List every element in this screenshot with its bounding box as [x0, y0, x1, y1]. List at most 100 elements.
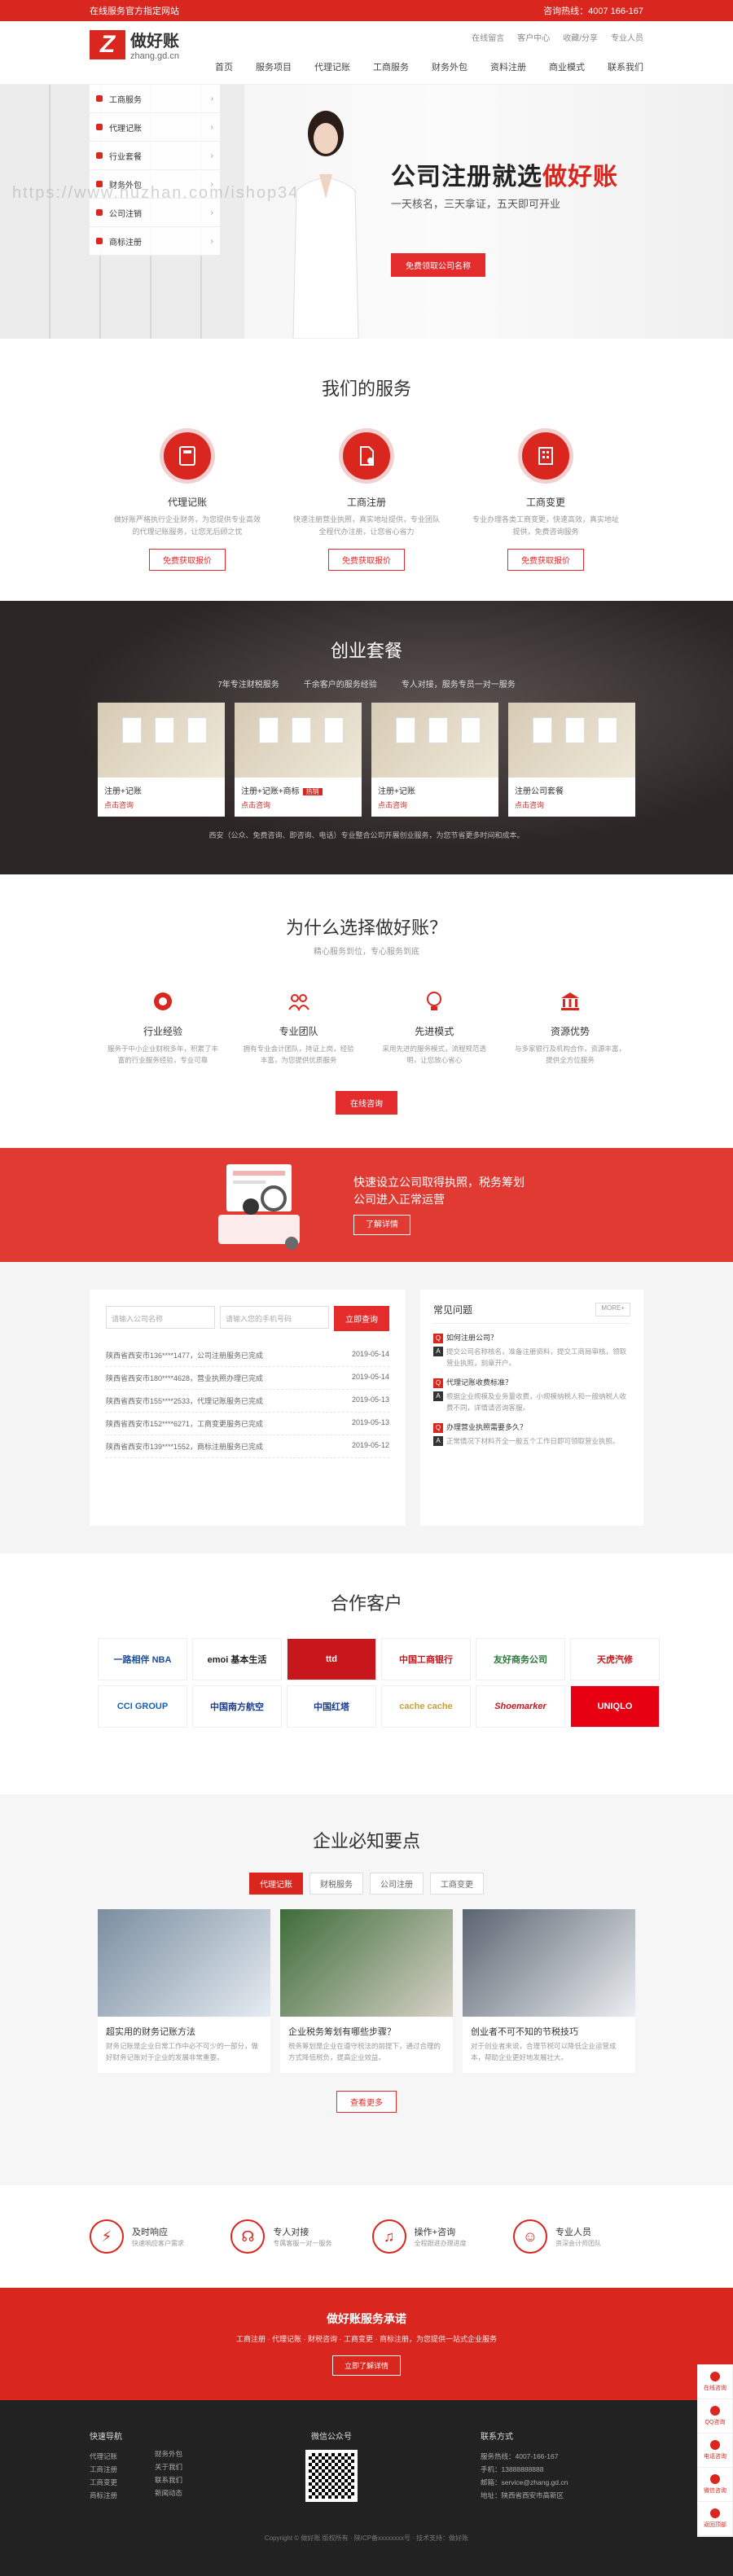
- client-logo: cache cache: [381, 1685, 471, 1728]
- footer-link[interactable]: 商标注册: [90, 2489, 122, 2502]
- tab-tax[interactable]: 财税服务: [309, 1873, 363, 1895]
- header-link[interactable]: 在线留言: [472, 31, 504, 43]
- faq-question[interactable]: Q 如何注册公司？: [433, 1332, 630, 1343]
- side-online-consult[interactable]: 在线咨询: [698, 2365, 732, 2399]
- service-quote-button[interactable]: 免费获取报价: [328, 548, 405, 571]
- package-price[interactable]: 点击咨询: [235, 796, 362, 817]
- footer-link[interactable]: 工商注册: [90, 2463, 122, 2476]
- nav-item[interactable]: 工商服务: [373, 60, 409, 73]
- category-item[interactable]: 工商服务 ›: [90, 85, 220, 113]
- service-quote-button[interactable]: 免费获取报价: [149, 548, 226, 571]
- nav-item[interactable]: 代理记账: [314, 60, 350, 73]
- header-link[interactable]: 客户中心: [517, 31, 550, 43]
- category-icon: [96, 152, 103, 159]
- package-card[interactable]: 注册+记账+商标 热销 点击咨询: [235, 703, 362, 817]
- tab-change[interactable]: 工商变更: [430, 1873, 484, 1895]
- package-title: 注册+记账+商标: [241, 787, 300, 796]
- footer-heading: 联系方式: [480, 2433, 513, 2442]
- building-icon: [518, 428, 573, 484]
- faq-answer: A 根据企业规模及业务量收费，小规模纳税人和一般纳税人收费不同，详情请咨询客服。: [433, 1391, 630, 1413]
- phone-input[interactable]: 请输入您的手机号码: [220, 1306, 329, 1329]
- service-promise: 做好账服务承诺 工商注册 · 代理记账 · 财税咨询 · 工商变更 · 商标注册…: [0, 2288, 733, 2400]
- faq-question[interactable]: Q 办理营业执照需要多久？: [433, 1422, 630, 1434]
- article-title[interactable]: 超实用的财务记账方法: [98, 2017, 270, 2041]
- category-item[interactable]: 公司注销 ›: [90, 199, 220, 227]
- faq-more-link[interactable]: MORE+: [595, 1303, 630, 1316]
- package-price[interactable]: 点击咨询: [98, 796, 225, 817]
- service-card: 工商注册 快速注册营业执照，真实地址提供，专业团队全程代办注册，让您省心省力 免…: [293, 428, 440, 571]
- promo-line2: 公司进入正常运营: [353, 1193, 445, 1206]
- hero-copy: 公司注册就选做好账 一天核名，三天拿证，五天即可开业 免费领取公司名称: [391, 156, 618, 277]
- article-card[interactable]: 超实用的财务记账方法 财务记账是企业日常工作中必不可少的一部分，做好财务记账对于…: [98, 1909, 270, 2074]
- nav-item[interactable]: 商业模式: [549, 60, 585, 73]
- footer-nav: 快速导航 代理记账 工商注册 工商变更 商标注册 财务外包 关于我们 联系我们 …: [90, 2429, 182, 2503]
- article-title[interactable]: 企业税务筹划有哪些步骤？: [280, 2017, 453, 2041]
- nav-item[interactable]: 服务项目: [256, 60, 292, 73]
- list-item: 陕西省西安市136****1477，公司注册服务已完成 2019-05-14: [106, 1344, 389, 1367]
- topbar-hotline[interactable]: 咨询热线：4007 166-167: [543, 4, 643, 17]
- side-phone-consult[interactable]: 电话咨询: [698, 2434, 732, 2468]
- service-title: 代理记账: [167, 497, 207, 508]
- why-item: 先进模式 采用先进的服务模式，流程规范透明，让您放心省心: [377, 989, 491, 1067]
- nav-item[interactable]: 资料注册: [490, 60, 526, 73]
- article-card[interactable]: 创业者不可不知的节税技巧 对于创业者来说，合理节税可以降低企业运营成本，帮助企业…: [463, 1909, 635, 2074]
- nav-item[interactable]: 联系我们: [608, 60, 643, 73]
- side-back-to-top[interactable]: 返回顶部: [698, 2502, 732, 2536]
- package-card[interactable]: 注册+记账 点击咨询: [98, 703, 225, 817]
- watermark: https://www.huzhan.com/ishop3489: [12, 184, 321, 202]
- promo-banner: 快速设立公司取得执照，税务筹划 公司进入正常运营 了解详情: [0, 1148, 733, 1262]
- package-price[interactable]: 点击咨询: [508, 796, 635, 817]
- side-wechat-consult[interactable]: 微信咨询: [698, 2468, 732, 2502]
- chevron-right-icon: ›: [210, 236, 213, 246]
- promise-title: 做好账服务承诺: [327, 2312, 406, 2325]
- feature-item: ⚡ 及时响应 快速响应客户需求: [90, 2219, 220, 2254]
- consult-button[interactable]: 在线咨询: [336, 1090, 397, 1115]
- nav-item[interactable]: 首页: [215, 60, 233, 73]
- package-card[interactable]: 注册公司套餐 点击咨询: [508, 703, 635, 817]
- service-quote-button[interactable]: 免费获取报价: [507, 548, 584, 571]
- header-link[interactable]: 专业人员: [611, 31, 643, 43]
- section-subtitle: 精心服务到位，专心服务到底: [314, 948, 419, 957]
- qr-code-image: [305, 2450, 358, 2502]
- faq-question[interactable]: Q 代理记账收费标准？: [433, 1377, 630, 1389]
- article-title[interactable]: 创业者不可不知的节税技巧: [463, 2017, 635, 2041]
- bell-icon: ♫: [371, 2219, 406, 2254]
- promo-button[interactable]: 了解详情: [353, 1215, 410, 1235]
- packages-section: 创业套餐 7年专注财税服务 千余客户的服务经验 专人对接，服务专员一对一服务 注…: [0, 601, 733, 874]
- footer-link[interactable]: 财务外包: [155, 2447, 182, 2460]
- hero-cta-button[interactable]: 免费领取公司名称: [391, 253, 485, 277]
- view-more-button[interactable]: 查看更多: [336, 2091, 397, 2114]
- office-illustration: [218, 1164, 300, 1250]
- package-price[interactable]: 点击咨询: [371, 796, 498, 817]
- category-item[interactable]: 商标注册 ›: [90, 227, 220, 256]
- company-name-input[interactable]: 请输入公司名称: [106, 1306, 215, 1329]
- header-link[interactable]: 收藏/分享: [563, 31, 598, 43]
- package-tag: 7年专注财税服务: [217, 681, 279, 690]
- certificate-image: [98, 703, 225, 778]
- site-logo[interactable]: Z 做好账 zhang.gd.cn: [90, 28, 179, 61]
- category-item[interactable]: 代理记账 ›: [90, 113, 220, 142]
- package-card[interactable]: 注册+记账 点击咨询: [371, 703, 498, 817]
- client-logo: UNIQLO: [570, 1685, 660, 1728]
- progress-query-box: 请输入公司名称 请输入您的手机号码 立即查询 陕西省西安市136****1477…: [90, 1290, 406, 1526]
- nav-item[interactable]: 财务外包: [432, 60, 467, 73]
- category-item[interactable]: 行业套餐 ›: [90, 142, 220, 170]
- why-title: 先进模式: [415, 1026, 454, 1037]
- footer-link[interactable]: 联系我们: [155, 2473, 182, 2486]
- tab-bookkeeping[interactable]: 代理记账: [249, 1873, 303, 1895]
- tab-registration[interactable]: 公司注册: [370, 1873, 424, 1895]
- chevron-right-icon: ›: [210, 122, 213, 132]
- footer-link[interactable]: 代理记账: [90, 2450, 122, 2463]
- top-bar: 在线服务官方指定网站 咨询热线：4007 166-167: [0, 0, 733, 21]
- footer-heading: 微信公众号: [311, 2433, 352, 2442]
- footer-link[interactable]: 工商变更: [90, 2476, 122, 2489]
- footer-link[interactable]: 关于我们: [155, 2460, 182, 2473]
- query-button[interactable]: 立即查询: [334, 1306, 389, 1331]
- article-card[interactable]: 企业税务筹划有哪些步骤？ 税务筹划是企业在遵守税法的前提下，通过合理的方式降低税…: [280, 1909, 453, 2074]
- package-title: 注册+记账: [104, 787, 142, 796]
- footer-link[interactable]: 新闻动态: [155, 2486, 182, 2499]
- site-header: Z 做好账 zhang.gd.cn 在线留言 客户中心 收藏/分享 专业人员 首…: [0, 21, 733, 85]
- side-qq-consult[interactable]: QQ咨询: [698, 2399, 732, 2434]
- category-icon: [96, 238, 103, 244]
- promise-button[interactable]: 立即了解详情: [331, 2355, 401, 2376]
